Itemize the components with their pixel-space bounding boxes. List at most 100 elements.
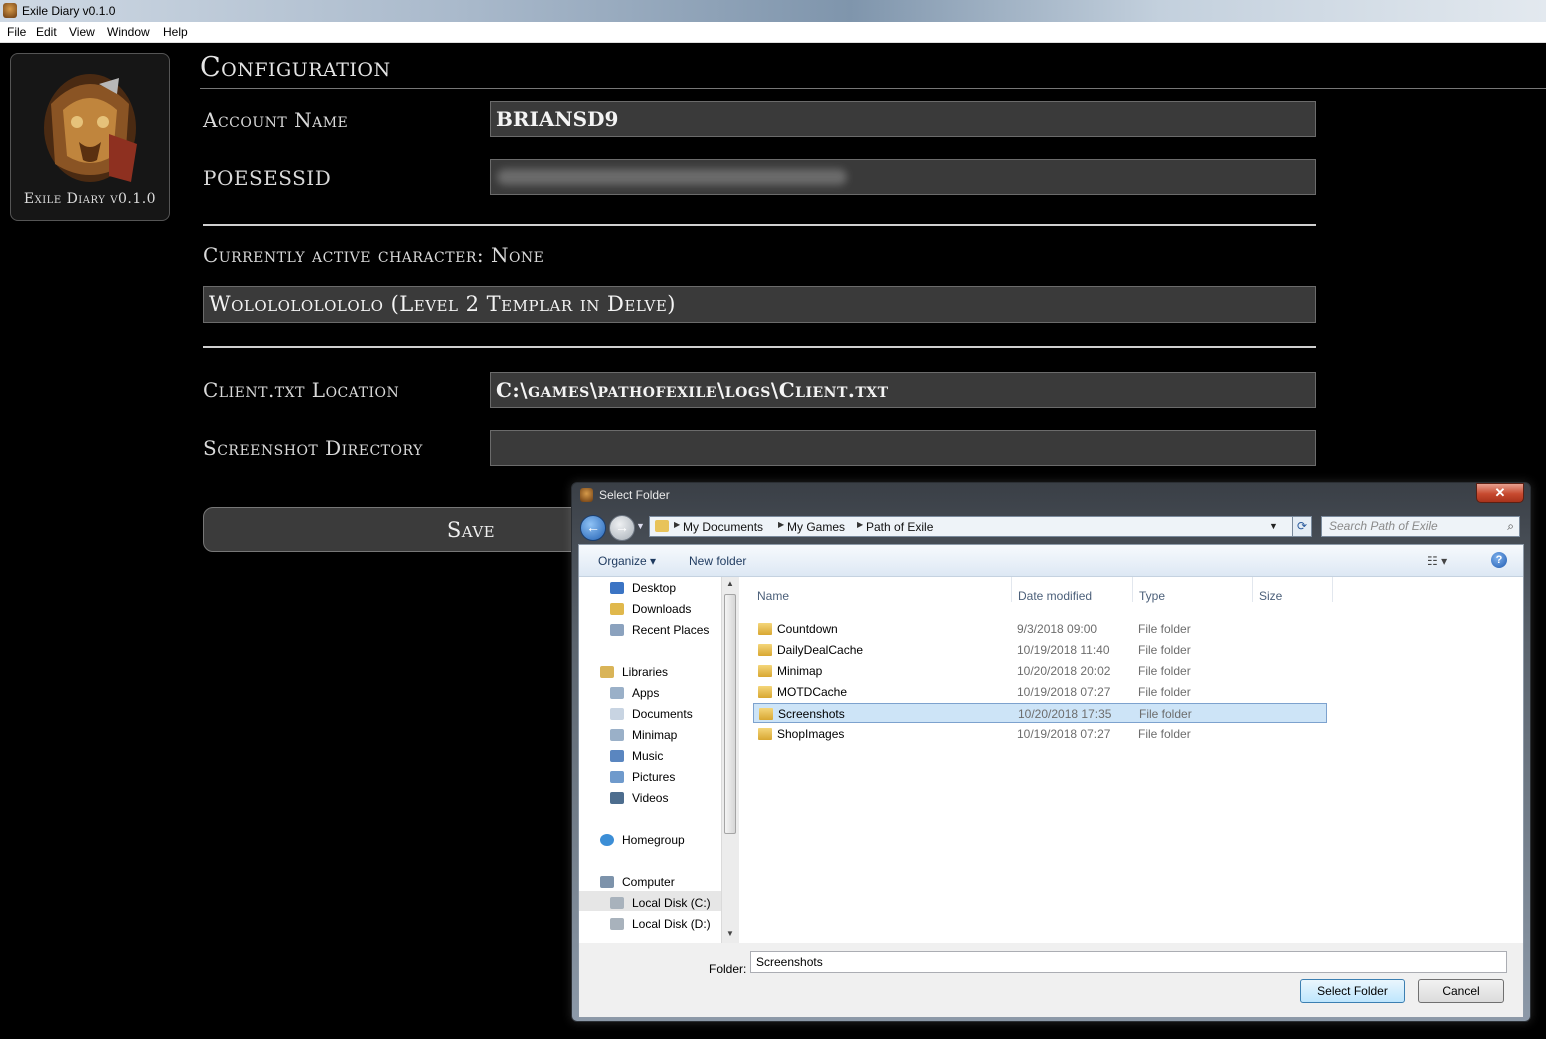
table-row[interactable]: Minimap 10/20/2018 20:02 File folder (753, 661, 1327, 681)
file-name: ShopImages (777, 727, 845, 741)
character-select[interactable]: Wololololololo (Level 2 Templar in Delve… (203, 286, 1316, 323)
breadcrumb-my-documents[interactable]: My Documents (683, 520, 763, 534)
folder-icon (758, 644, 772, 656)
file-name: Minimap (777, 664, 823, 678)
cancel-button[interactable]: Cancel (1418, 979, 1504, 1003)
poesessid-field[interactable] (490, 159, 1316, 195)
menu-view[interactable]: View (69, 25, 95, 39)
logo-card: Exile Diary v0.1.0 (10, 53, 170, 221)
file-date: 10/19/2018 07:27 (1017, 727, 1111, 741)
menu-window[interactable]: Window (107, 25, 150, 39)
column-header-name[interactable]: Name (757, 589, 789, 603)
table-row[interactable]: MOTDCache 10/19/2018 07:27 File folder (753, 682, 1327, 702)
nav-label: Recent Places (632, 623, 710, 637)
nav-label: Local Disk (C:) (632, 896, 711, 910)
recent-pages-dropdown-icon[interactable]: ▼ (636, 521, 645, 531)
nav-label: Music (632, 749, 664, 763)
address-bar[interactable]: ▶ My Documents ▶ My Games ▶ Path of Exil… (649, 516, 1301, 537)
file-date: 10/20/2018 20:02 (1017, 664, 1111, 678)
refresh-icon[interactable]: ⟳ (1292, 516, 1312, 537)
back-arrow-icon[interactable]: ← (580, 515, 606, 541)
breadcrumb-path-of-exile[interactable]: Path of Exile (866, 520, 933, 534)
address-dropdown-icon[interactable]: ▼ (1269, 521, 1278, 531)
new-folder-button[interactable]: New folder (689, 554, 746, 568)
file-name: DailyDealCache (777, 643, 864, 657)
client-location-field[interactable]: C:\games\pathofexile\logs\Client.txt (490, 372, 1316, 408)
dialog-app-icon (580, 488, 593, 502)
file-date: 10/19/2018 11:40 (1017, 643, 1110, 657)
file-type: File folder (1138, 643, 1191, 657)
nav-label: Documents (632, 707, 693, 721)
nav-label: Minimap (632, 728, 678, 742)
scrollbar-thumb[interactable] (724, 594, 736, 834)
breadcrumb-my-games[interactable]: My Games (787, 520, 845, 534)
recent-places-icon (610, 624, 624, 636)
pictures-icon (610, 771, 624, 783)
account-name-field[interactable]: BRIANSD9 (490, 101, 1316, 137)
table-row[interactable]: DailyDealCache 10/19/2018 11:40 File fol… (753, 640, 1327, 660)
file-date: 10/19/2018 07:27 (1017, 685, 1111, 699)
screenshot-dir-field[interactable] (490, 430, 1316, 466)
view-options-icon[interactable]: ☷ ▾ (1427, 554, 1447, 568)
dialog-body: Organize ▾ New folder ☷ ▾ ? Desktop Down… (578, 544, 1524, 1018)
page-title: Configuration (200, 52, 391, 83)
column-divider[interactable] (1132, 577, 1133, 602)
nav-label: Computer (622, 875, 675, 889)
column-divider[interactable] (1011, 577, 1012, 602)
select-folder-button[interactable]: Select Folder (1300, 979, 1405, 1003)
close-icon[interactable]: ✕ (1476, 483, 1524, 503)
table-row[interactable]: Countdown 9/3/2018 09:00 File folder (753, 619, 1327, 639)
section-divider (203, 224, 1316, 226)
documents-icon (610, 708, 624, 720)
folder-icon (758, 686, 772, 698)
help-icon[interactable]: ? (1491, 552, 1507, 568)
column-divider[interactable] (1252, 577, 1253, 602)
column-header-type[interactable]: Type (1139, 589, 1165, 603)
folder-icon (655, 520, 669, 532)
scroll-up-icon[interactable]: ▲ (726, 579, 734, 588)
downloads-folder-icon (610, 603, 624, 615)
hard-drive-icon (610, 918, 624, 930)
column-header-size[interactable]: Size (1259, 589, 1282, 603)
hard-drive-icon (610, 897, 624, 909)
menu-file[interactable]: File (7, 25, 26, 39)
file-list: Name Date modified Type Size Countdown 9… (739, 577, 1523, 943)
scroll-down-icon[interactable]: ▼ (726, 929, 734, 938)
file-type: File folder (1138, 727, 1191, 741)
nav-label: Pictures (632, 770, 676, 784)
logo-caption: Exile Diary v0.1.0 (23, 191, 157, 207)
table-row-selected[interactable]: Screenshots 10/20/2018 17:35 File folder (753, 703, 1327, 723)
search-input[interactable]: Search Path of Exile ⌕ (1321, 516, 1520, 537)
file-date: 10/20/2018 17:35 (1018, 707, 1112, 721)
folder-input[interactable]: Screenshots (750, 951, 1507, 973)
nav-label: Downloads (632, 602, 692, 616)
videos-icon (610, 792, 624, 804)
table-row[interactable]: ShopImages 10/19/2018 07:27 File folder (753, 724, 1327, 744)
file-type: File folder (1138, 664, 1191, 678)
file-type: File folder (1138, 685, 1191, 699)
search-icon: ⌕ (1507, 519, 1514, 533)
menu-help[interactable]: Help (163, 25, 188, 39)
file-type: File folder (1139, 707, 1192, 721)
title-divider (200, 88, 1546, 89)
libraries-icon (600, 666, 614, 678)
lion-helm-logo-icon (44, 74, 137, 182)
menu-bar: File Edit View Window Help (0, 22, 1546, 43)
column-header-date[interactable]: Date modified (1018, 589, 1092, 603)
menu-edit[interactable]: Edit (36, 25, 57, 39)
nav-label: Libraries (622, 665, 669, 679)
section-divider (203, 346, 1316, 348)
window-title: Exile Diary v0.1.0 (22, 4, 116, 18)
column-divider[interactable] (1332, 577, 1333, 602)
music-icon (610, 750, 624, 762)
organize-button[interactable]: Organize ▾ (598, 554, 656, 568)
forward-arrow-icon[interactable]: → (609, 515, 635, 541)
navigation-scrollbar[interactable]: ▲ ▼ (721, 577, 739, 943)
search-placeholder: Search Path of Exile (1329, 519, 1438, 533)
nav-label: Homegroup (622, 833, 685, 847)
chevron-right-icon: ▶ (778, 520, 785, 529)
apps-library-icon (610, 687, 624, 699)
command-bar: Organize ▾ New folder ☷ ▾ ? (579, 545, 1523, 577)
nav-label: Desktop (632, 581, 677, 595)
desktop-icon (610, 582, 624, 594)
